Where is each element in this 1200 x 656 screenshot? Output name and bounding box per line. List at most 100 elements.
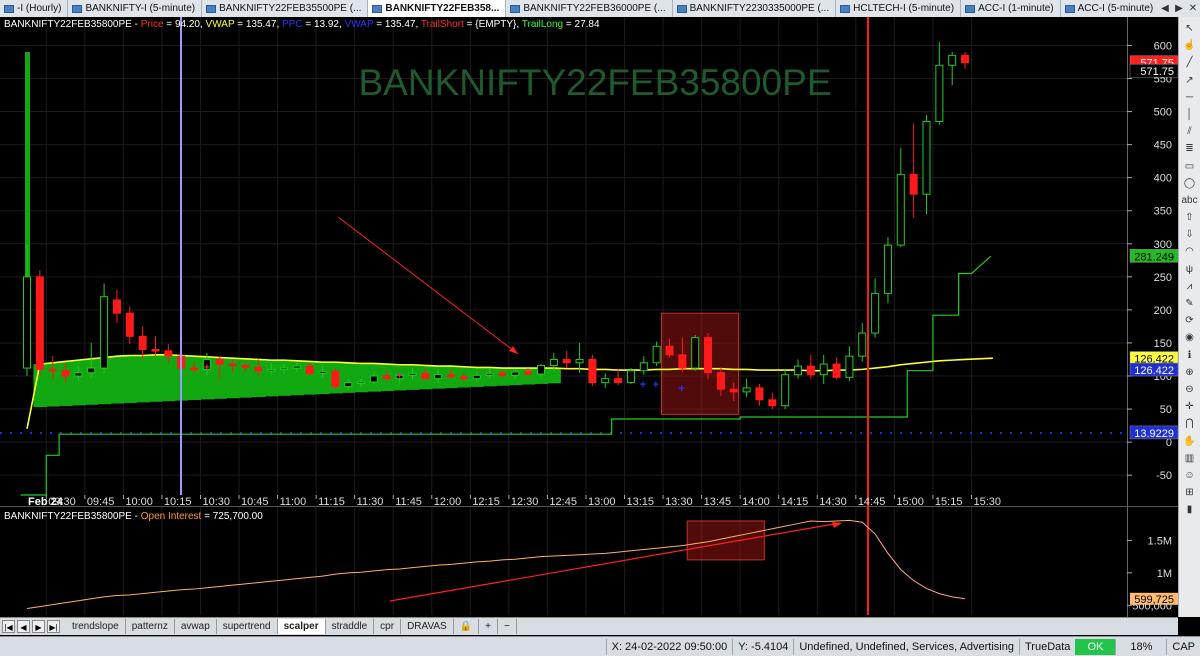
vwap-band — [354, 363, 369, 393]
price-tag: 571.75 — [1140, 66, 1174, 78]
oi-highlight-box — [686, 520, 765, 561]
oi-legend-label: Open Interest — [141, 511, 202, 522]
zoom-out-icon[interactable]: ⊖ — [1182, 383, 1198, 397]
ellipse-icon[interactable]: ◯ — [1182, 177, 1198, 191]
price-tag: 281.249 — [1134, 251, 1174, 263]
x-tick-label: 10:00 — [125, 496, 153, 508]
document-tab-2[interactable]: BANKNIFTY22FEB35500PE (... — [202, 0, 369, 17]
horizontal-line-icon[interactable]: ─ — [1182, 91, 1198, 105]
chart-area[interactable]: BANKNIFTY22FEB35800PE + + + + + +600 550 500 450 4… — [0, 17, 1179, 617]
document-tab-0[interactable]: -I (Hourly) — [0, 0, 69, 17]
legend-item-value: 13.92 — [314, 19, 339, 30]
document-tab-6[interactable]: HCLTECH-I (5-minute) — [836, 0, 962, 17]
fibonacci-icon[interactable]: ≣ — [1182, 142, 1198, 156]
remove-sheet-icon[interactable]: − — [498, 619, 517, 634]
magnet-icon[interactable]: ⋂ — [1182, 417, 1198, 431]
ray-icon[interactable]: ↗ — [1182, 74, 1198, 88]
close-icon[interactable]: ✕ — [1186, 0, 1200, 17]
x-tick-label: 10:30 — [202, 496, 230, 508]
document-tab-1[interactable]: BANKNIFTY-I (5-minute) — [68, 0, 203, 17]
document-tab-label: BANKNIFTY2230335000PE (... — [689, 3, 830, 14]
arrow-up-icon[interactable]: ⇧ — [1182, 211, 1198, 225]
text-icon[interactable]: abc — [1182, 194, 1198, 208]
line-icon[interactable]: ╱ — [1182, 56, 1198, 70]
bars-icon[interactable]: ▥ — [1182, 452, 1198, 466]
status-ok-badge[interactable]: OK — [1075, 638, 1116, 655]
chart-window-icon — [4, 4, 14, 13]
candle-icon[interactable]: ▮ — [1182, 503, 1198, 517]
add-sheet-icon[interactable]: + — [479, 619, 499, 634]
split-icon[interactable]: ⊞ — [1182, 486, 1198, 500]
sheet-tab-straddle[interactable]: straddle — [326, 619, 375, 634]
x-tick-label: 09:45 — [87, 496, 115, 508]
candle-body — [241, 364, 250, 368]
price-chart-svg[interactable]: BANKNIFTY22FEB35800PE+ + +++ +6005505004504… — [0, 17, 1179, 617]
document-tab-4[interactable]: BANKNIFTY22FEB36000PE (... — [506, 0, 673, 17]
candle-body — [678, 354, 687, 369]
status-datasource[interactable]: TrueData — [1018, 638, 1075, 655]
prev-sheet-icon[interactable]: ◀ — [17, 620, 30, 633]
arc-icon[interactable]: ◠ — [1182, 245, 1198, 259]
legend-item-value: 135.47 — [385, 19, 416, 30]
user-icon[interactable]: ☺ — [1182, 469, 1198, 483]
document-tab-label: BANKNIFTY22FEB358... — [385, 3, 500, 14]
sheet-tab-scalper[interactable]: scalper — [277, 619, 326, 634]
oi-y-tick-label: 1.5M — [1148, 535, 1172, 547]
chart-window-icon — [510, 4, 521, 13]
andrews-pitchfork-icon[interactable]: ψ — [1182, 263, 1198, 277]
legend-eq: = — [234, 19, 245, 30]
sheet-tab-avwap[interactable]: avwap — [175, 619, 217, 634]
document-tab-label: -I (Hourly) — [17, 3, 62, 14]
sheet-tab-supertrend[interactable]: supertrend — [217, 619, 278, 634]
cursor-icon[interactable]: ↖ — [1182, 22, 1198, 36]
rectangle-icon[interactable]: ▭ — [1182, 160, 1198, 174]
lock-sheet-icon[interactable]: 🔒 — [454, 619, 480, 634]
candle-body — [74, 372, 83, 377]
candle-body — [254, 366, 263, 372]
brush-icon[interactable]: ✎ — [1182, 297, 1198, 311]
candle-body — [819, 363, 828, 376]
vwap-band — [123, 355, 137, 403]
document-tab-label: BANKNIFTY22FEB35500PE (... — [219, 3, 362, 14]
sheet-tab-trendslope[interactable]: trendslope — [66, 619, 126, 634]
candle-body — [794, 365, 802, 376]
vertical-line-icon[interactable]: │ — [1182, 108, 1198, 122]
document-tab-8[interactable]: ACC-I (5-minute) — [1061, 0, 1161, 17]
document-tab-3[interactable]: BANKNIFTY22FEB358... — [368, 0, 507, 17]
chart-window-icon — [840, 4, 851, 13]
candle-body — [190, 367, 199, 371]
zigzag-icon[interactable]: ⩘ — [1182, 280, 1198, 294]
refresh-icon[interactable]: ⟳ — [1182, 314, 1198, 328]
sheet-tab-DRAVAS[interactable]: DRAVAS — [401, 619, 454, 634]
info-icon[interactable]: ℹ — [1182, 349, 1198, 363]
candle-body — [421, 372, 430, 380]
first-sheet-icon[interactable]: |◀ — [2, 620, 15, 633]
globe-icon[interactable]: ◉ — [1182, 331, 1198, 345]
sell-signal-marker: + — [525, 367, 531, 378]
document-tab-7[interactable]: ACC-I (1-minute) — [961, 0, 1061, 17]
next-sheet-icon[interactable]: ▶ — [32, 620, 45, 633]
document-tab-label: BANKNIFTY22FEB36000PE (... — [523, 3, 666, 14]
candle-body — [305, 365, 314, 374]
legend-item-value: 135.47 — [246, 19, 277, 30]
document-tab-5[interactable]: BANKNIFTY2230335000PE (... — [673, 0, 837, 17]
oi-price-tag: 599,725 — [1134, 594, 1174, 606]
sheet-tab-patternz[interactable]: patternz — [126, 619, 175, 634]
zoom-in-icon[interactable]: ⊕ — [1182, 366, 1198, 380]
hand-icon[interactable]: ✋ — [1182, 435, 1198, 449]
y-tick-label: 600 — [1154, 40, 1172, 52]
candle-body — [575, 358, 584, 364]
tab-scroll-left-icon[interactable]: ◀ — [1158, 0, 1172, 17]
pointer-icon[interactable]: ☝ — [1182, 39, 1198, 53]
last-sheet-icon[interactable]: ▶| — [47, 620, 60, 633]
status-y-coord: Y: -5.4104 — [732, 638, 793, 655]
sheet-tab-cpr[interactable]: cpr — [374, 619, 402, 634]
candle-body — [935, 64, 944, 122]
channel-icon[interactable]: ⫽ — [1182, 125, 1198, 139]
arrow-down-icon[interactable]: ⇩ — [1182, 228, 1198, 242]
tab-scroll-right-icon[interactable]: ▶ — [1172, 0, 1186, 17]
legend-eq: = — [464, 19, 475, 30]
oi-legend: BANKNIFTY22FEB35800PE - Open Interest = … — [4, 511, 263, 522]
cross-icon[interactable]: ✛ — [1182, 400, 1198, 414]
candle-body — [704, 337, 713, 374]
